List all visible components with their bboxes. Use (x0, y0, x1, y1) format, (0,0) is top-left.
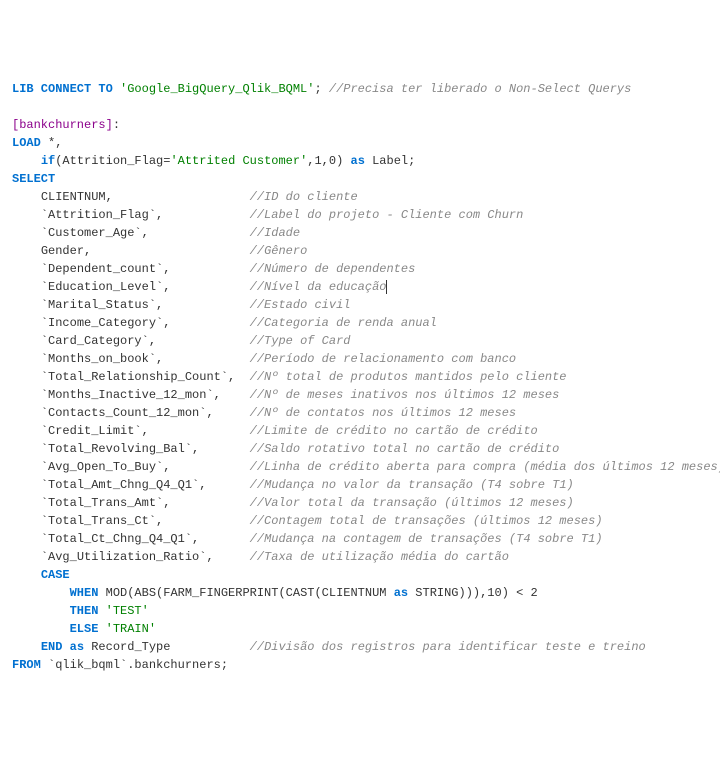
col: `Months_on_book`, (41, 352, 163, 366)
comment: //Estado civil (250, 298, 351, 312)
text: *, (41, 136, 63, 150)
fn-if: if (41, 154, 55, 168)
col: `Total_Ct_Chng_Q4_Q1`, (41, 532, 199, 546)
kw-load: LOAD (12, 136, 41, 150)
col: `Contacts_Count_12_mon`, (41, 406, 214, 420)
kw-else: ELSE (70, 622, 99, 636)
comment: //Nº de meses inativos nos últimos 12 me… (250, 388, 560, 402)
kw-then: THEN (70, 604, 99, 618)
comment: //Mudança no valor da transação (T4 sobr… (250, 478, 574, 492)
comment: //Taxa de utilização média do cartão (250, 550, 509, 564)
comment: //Período de relacionamento com banco (250, 352, 516, 366)
expr: (ABS(FARM_FINGERPRINT(CAST(CLIENTNUM (127, 586, 393, 600)
col: `Education_Level`, (41, 280, 171, 294)
comment: //Nº de contatos nos últimos 12 meses (250, 406, 516, 420)
comment: //Limite de crédito no cartão de crédito (250, 424, 538, 438)
col: `Income_Category`, (41, 316, 171, 330)
col: `Months_Inactive_12_mon`, (41, 388, 221, 402)
ident: Record_Type (91, 640, 170, 654)
comment: //Número de dependentes (250, 262, 416, 276)
ident: Attrition_Flag (62, 154, 163, 168)
punct: : (113, 118, 120, 132)
col: `Attrition_Flag`, (41, 208, 163, 222)
fn-mod: MOD (106, 586, 128, 600)
col: `Marital_Status`, (41, 298, 163, 312)
string: 'Attrited Customer' (170, 154, 307, 168)
expr: STRING))),10) < 2 (408, 586, 538, 600)
comment: //Valor total da transação (últimos 12 m… (250, 496, 574, 510)
kw-when: WHEN (70, 586, 99, 600)
comment: //Saldo rotativo total no cartão de créd… (250, 442, 560, 456)
col: `Card_Category`, (41, 334, 156, 348)
kw-as: as (62, 640, 91, 654)
comment: //Type of Card (250, 334, 351, 348)
code-editor[interactable]: LIB CONNECT TO 'Google_BigQuery_Qlik_BQM… (12, 80, 708, 674)
col: `Credit_Limit`, (41, 424, 149, 438)
kw-end: END (41, 640, 63, 654)
kw-as: as (394, 586, 408, 600)
kw-as: as (343, 154, 372, 168)
comment: //Mudança na contagem de transações (T4 … (250, 532, 603, 546)
col: `Customer_Age`, (41, 226, 149, 240)
col: `Total_Trans_Ct`, (41, 514, 163, 528)
comment: //Nº total de produtos mantidos pelo cli… (250, 370, 567, 384)
comment: //Gênero (250, 244, 308, 258)
comment: //Label do projeto - Cliente com Churn (250, 208, 524, 222)
col: Gender, (41, 244, 91, 258)
comment: //Linha de crédito aberta para compra (m… (250, 460, 720, 474)
col: `Total_Revolving_Bal`, (41, 442, 199, 456)
comment: //Categoria de renda anual (250, 316, 437, 330)
table-label: [bankchurners] (12, 118, 113, 132)
comment: //Nível da educação (250, 280, 387, 294)
col: `Total_Amt_Chng_Q4_Q1`, (41, 478, 207, 492)
args: ,1,0) (307, 154, 343, 168)
col: `Total_Trans_Amt`, (41, 496, 171, 510)
comment: //Idade (250, 226, 300, 240)
comment: //Divisão dos registros para identificar… (250, 640, 646, 654)
label-ident: Label (372, 154, 408, 168)
connection-string: 'Google_BigQuery_Qlik_BQML' (120, 82, 314, 96)
kw-lib-connect: LIB CONNECT TO (12, 82, 113, 96)
kw-case: CASE (41, 568, 70, 582)
col: `Avg_Utilization_Ratio`, (41, 550, 214, 564)
kw-from: FROM (12, 658, 41, 672)
kw-select: SELECT (12, 172, 55, 186)
comment: //Precisa ter liberado o Non-Select Quer… (329, 82, 631, 96)
col: CLIENTNUM, (41, 190, 113, 204)
from-table: `qlik_bqml`.bankchurners; (41, 658, 228, 672)
string: 'TRAIN' (106, 622, 156, 636)
comment: //Contagem total de transações (últimos … (250, 514, 603, 528)
col: `Dependent_count`, (41, 262, 171, 276)
punct: ; (408, 154, 415, 168)
col: `Total_Relationship_Count`, (41, 370, 235, 384)
string: 'TEST' (106, 604, 149, 618)
punct: ; (314, 82, 321, 96)
col: `Avg_Open_To_Buy`, (41, 460, 171, 474)
comment: //ID do cliente (250, 190, 358, 204)
text-cursor (386, 280, 387, 294)
